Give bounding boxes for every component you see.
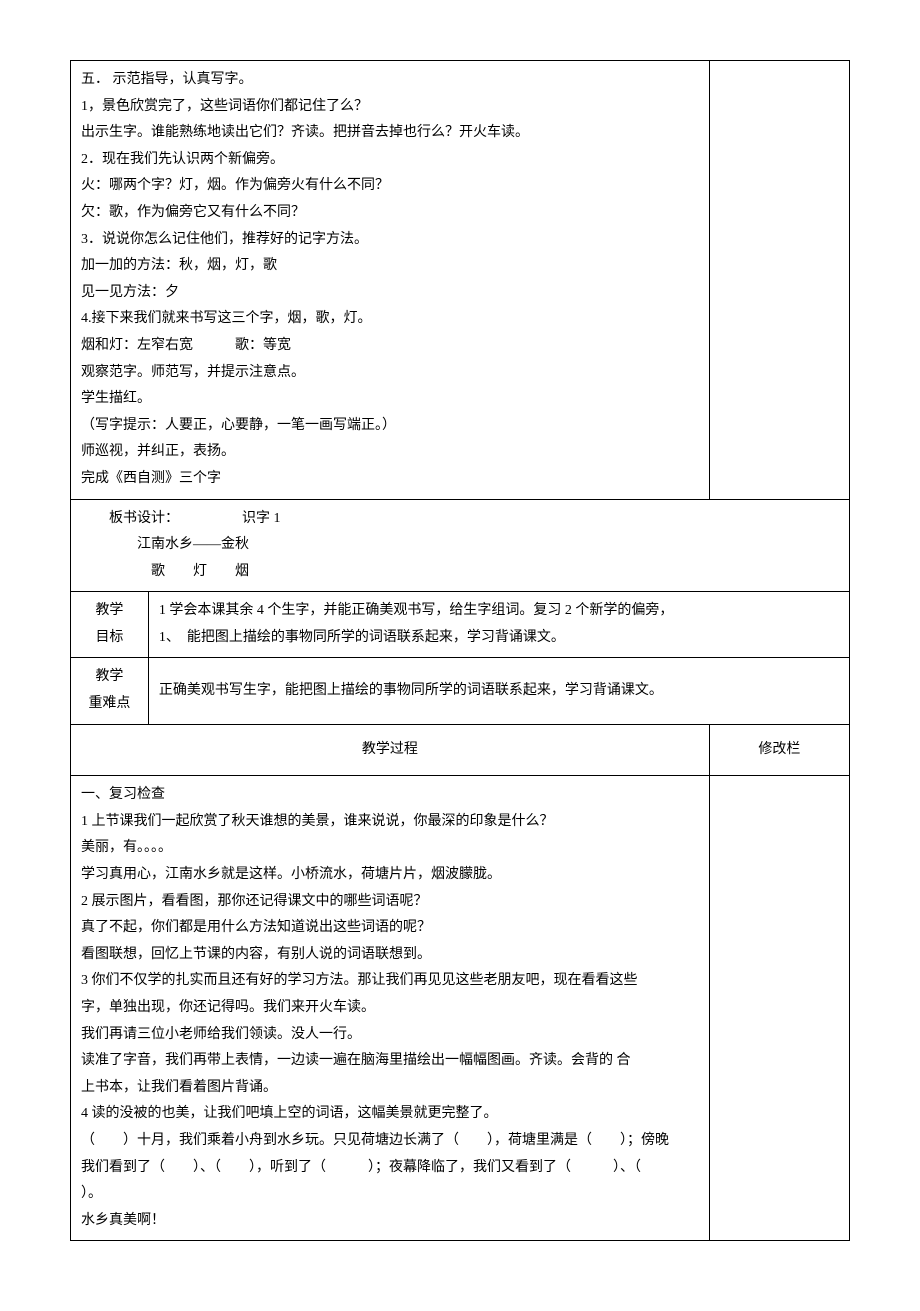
board-design: 板书设计： 识字 1 江南水乡——金秋 歌 灯 烟 [71, 499, 850, 592]
line: 上书本，让我们看着图片背诵。 [81, 1075, 699, 1102]
line: 欠：歌，作为偏旁它又有什么不同？ [81, 200, 699, 227]
section2-content: 一、复习检查 1 上节课我们一起欣赏了秋天谁想的美景，谁来说说，你最深的印象是什… [71, 776, 710, 1241]
goals-label: 教学 目标 [71, 592, 149, 658]
line: 真了不起，你们都是用什么方法知道说出这些词语的呢？ [81, 915, 699, 942]
document-page: 五． 示范指导，认真写字。 1，景色欣赏完了，这些词语你们都记住了么？ 出示生字… [0, 0, 920, 1311]
line: 读准了字音，我们再带上表情，一边读一遍在脑海里描绘出一幅幅图画。齐读。会背的 合 [81, 1048, 699, 1075]
line: 出示生字。谁能熟练地读出它们？齐读。把拼音去掉也行么？开火车读。 [81, 120, 699, 147]
line: 2．现在我们先认识两个新偏旁。 [81, 147, 699, 174]
board-line: 歌 灯 烟 [81, 559, 839, 586]
line: 4.接下来我们就来书写这三个字，烟，歌，灯。 [81, 306, 699, 333]
line: 学生描红。 [81, 386, 699, 413]
line: 字，单独出现，你还记得吗。我们来开火车读。 [81, 995, 699, 1022]
line: 看图联想，回忆上节课的内容，有别人说的词语联想到。 [81, 942, 699, 969]
line: 1 上节课我们一起欣赏了秋天谁想的美景，谁来说说，你最深的印象是什么？ [81, 809, 699, 836]
line: 烟和灯：左窄右宽 歌：等宽 [81, 333, 699, 360]
line: 学习真用心，江南水乡就是这样。小桥流水，荷塘片片，烟波朦胧。 [81, 862, 699, 889]
line: 火：哪两个字？灯，烟。作为偏旁火有什么不同？ [81, 173, 699, 200]
line: 加一加的方法：秋，烟，灯，歌 [81, 253, 699, 280]
lesson-table: 五． 示范指导，认真写字。 1，景色欣赏完了，这些词语你们都记住了么？ 出示生字… [70, 60, 850, 1241]
line: 完成《西自测》三个字 [81, 466, 699, 493]
board-line: 板书设计： 识字 1 [81, 506, 839, 533]
goals-line: 1、 能把图上描绘的事物同所学的词语联系起来，学习背诵课文。 [159, 625, 839, 652]
line: 一、复习检查 [81, 782, 699, 809]
line: 美丽，有。。。。 [81, 835, 699, 862]
section1-side [709, 61, 849, 500]
line: 我们再请三位小老师给我们领读。没人一行。 [81, 1022, 699, 1049]
goals-content: 1 学会本课其余 4 个生字，并能正确美观书写，给生字组词。复习 2 个新学的偏… [148, 592, 849, 658]
line: 见一见方法：夕 [81, 280, 699, 307]
line: （ ）十月，我们乘着小舟到水乡玩。只见荷塘边长满了（ ），荷塘里满是（ ）；傍晚 [81, 1128, 699, 1155]
line: 4 读的没被的也美，让我们吧填上空的词语，这幅美景就更完整了。 [81, 1101, 699, 1128]
line: 我们看到了（ ）、（ ），听到了（ ）；夜幕降临了，我们又看到了（ ）、（ ）。 [81, 1155, 699, 1208]
line: 观察范字。师范写，并提示注意点。 [81, 360, 699, 387]
line: （写字提示：人要正，心要静，一笔一画写端正。） [81, 413, 699, 440]
board-line: 江南水乡——金秋 [81, 532, 839, 559]
line: 3．说说你怎么记住他们，推荐好的记字方法。 [81, 227, 699, 254]
line: 3 你们不仅学的扎实而且还有好的学习方法。那让我们再见见这些老朋友吧，现在看看这… [81, 968, 699, 995]
line: 1，景色欣赏完了，这些词语你们都记住了么？ [81, 94, 699, 121]
line: 五． 示范指导，认真写字。 [81, 67, 699, 94]
line: 水乡真美啊！ [81, 1208, 699, 1235]
section1-content: 五． 示范指导，认真写字。 1，景色欣赏完了，这些词语你们都记住了么？ 出示生字… [71, 61, 710, 500]
process-header: 教学过程 [71, 724, 710, 776]
difficulty-content: 正确美观书写生字，能把图上描绘的事物同所学的词语联系起来，学习背诵课文。 [148, 658, 849, 724]
difficulty-line: 正确美观书写生字，能把图上描绘的事物同所学的词语联系起来，学习背诵课文。 [159, 678, 839, 705]
difficulty-label: 教学 重难点 [71, 658, 149, 724]
section2-side [709, 776, 849, 1241]
goals-line: 1 学会本课其余 4 个生字，并能正确美观书写，给生字组词。复习 2 个新学的偏… [159, 598, 839, 625]
line: 2 展示图片，看看图，那你还记得课文中的哪些词语呢？ [81, 889, 699, 916]
revise-header: 修改栏 [709, 724, 849, 776]
line: 师巡视，并纠正，表扬。 [81, 439, 699, 466]
